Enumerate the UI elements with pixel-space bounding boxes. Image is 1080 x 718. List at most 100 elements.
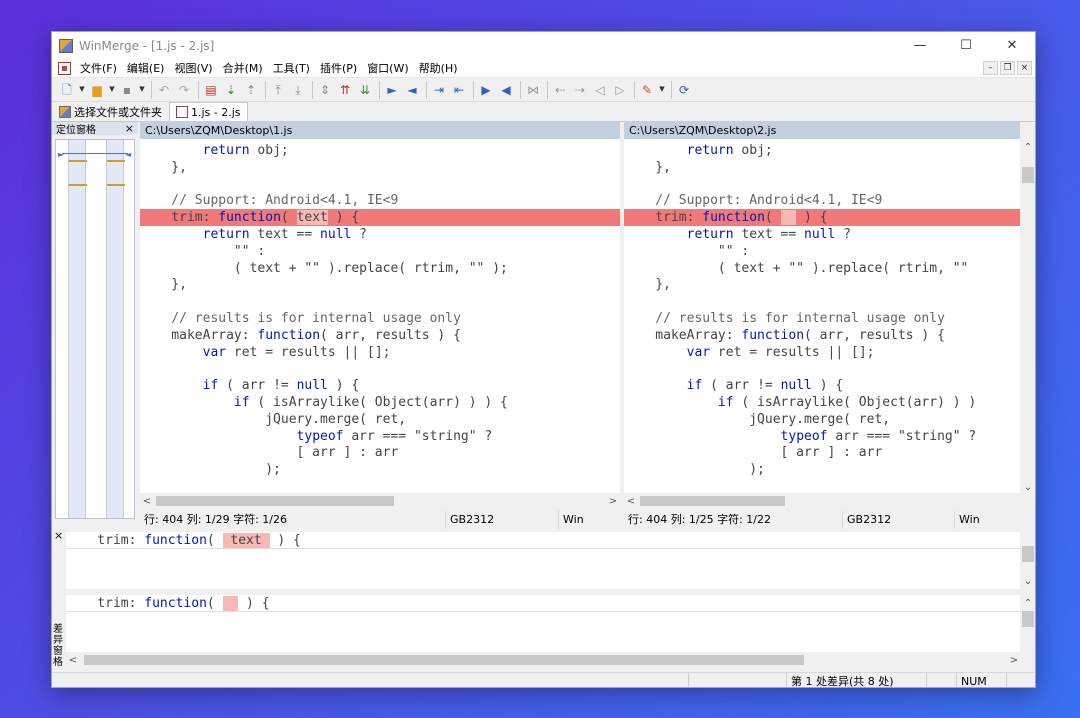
move-left-icon[interactable]: ⇠ <box>551 81 569 99</box>
copy-all-left-icon[interactable]: ◀ <box>497 81 515 99</box>
code-line[interactable] <box>624 176 1020 193</box>
mdi-minimize-button[interactable]: – <box>983 61 998 75</box>
code-line[interactable]: if ( arr != null ) { <box>140 377 620 394</box>
code-line[interactable]: trim: function( text ) { <box>140 209 620 227</box>
diff-detail-right-pane[interactable]: trim: function( ) { <box>66 595 1021 652</box>
code-line[interactable]: typeof arr === "string" ? <box>624 428 1020 445</box>
code-line[interactable]: [ arr ] : arr <box>624 444 1020 461</box>
redo-icon[interactable]: ↷ <box>175 81 193 99</box>
code-line[interactable]: makeArray: function( arr, results ) { <box>140 327 620 344</box>
menu-file[interactable]: 文件(F) <box>75 60 122 76</box>
move-left-step-icon[interactable]: ◁ <box>591 81 609 99</box>
new-dropdown-icon[interactable]: ▼ <box>78 81 86 99</box>
location-map[interactable]: ► ◄ <box>55 139 135 519</box>
diff-vertical-scroll-thumb[interactable] <box>1022 167 1034 183</box>
code-line[interactable]: "" : <box>624 243 1020 260</box>
code-line[interactable]: if ( arr != null ) { <box>624 377 1020 394</box>
left-diff-pane[interactable]: return obj; }, // Support: Android<4.1, … <box>140 139 620 495</box>
last-diff-icon[interactable]: ⤓ <box>289 81 307 99</box>
code-line[interactable]: ( text + "" ).replace( rtrim, "" ); <box>140 260 620 277</box>
menu-help[interactable]: 帮助(H) <box>414 60 463 76</box>
scroll-right-icon[interactable]: > <box>606 493 620 509</box>
code-line[interactable]: if ( isArraylike( Object(arr) ) ) <box>624 394 1020 411</box>
right-horizontal-scroll-thumb[interactable] <box>640 496 785 506</box>
diff-detail-right-scrollbar[interactable]: ⌃ <box>1020 595 1035 652</box>
code-line[interactable]: jQuery.merge( ret, <box>624 411 1020 428</box>
document-icon[interactable] <box>58 61 71 75</box>
diff-up-icon[interactable]: ⇈ <box>336 81 354 99</box>
code-line[interactable]: var ret = results || []; <box>624 344 1020 361</box>
code-line[interactable]: return obj; <box>624 142 1020 159</box>
menu-merge[interactable]: 合并(M) <box>218 60 268 76</box>
save-dropdown-icon[interactable]: ▼ <box>138 81 146 99</box>
code-line[interactable]: ); <box>624 461 1020 478</box>
diff-detail-right-scroll-thumb[interactable] <box>1022 611 1034 627</box>
code-line[interactable]: ( text + "" ).replace( rtrim, "" <box>624 260 1020 277</box>
diff-detail-left-scrollbar[interactable]: ⌄ <box>1020 532 1035 589</box>
code-line[interactable]: return text == null ? <box>140 226 620 243</box>
minimize-button[interactable]: — <box>897 32 943 59</box>
copy-left-advance-icon[interactable]: ⇤ <box>450 81 468 99</box>
menu-plugins[interactable]: 插件(P) <box>315 60 362 76</box>
menu-window[interactable]: 窗口(W) <box>362 60 413 76</box>
right-diff-pane[interactable]: return obj; }, // Support: Android<4.1, … <box>624 139 1020 495</box>
refresh-icon[interactable]: ⟳ <box>675 81 693 99</box>
code-line[interactable]: // results is for internal usage only <box>140 310 620 327</box>
copy-all-right-icon[interactable]: ▶ <box>477 81 495 99</box>
menu-tools[interactable]: 工具(T) <box>268 60 315 76</box>
save-icon[interactable]: ▪ <box>118 81 136 99</box>
code-line[interactable]: return text == null ? <box>624 226 1020 243</box>
left-horizontal-scroll-thumb[interactable] <box>156 496 394 506</box>
code-line[interactable]: // Support: Android<4.1, IE<9 <box>624 192 1020 209</box>
maximize-button[interactable]: ☐ <box>943 32 989 59</box>
code-line[interactable]: jQuery.merge( ret, <box>140 411 620 428</box>
code-line[interactable]: }, <box>624 159 1020 176</box>
code-line[interactable]: // results is for internal usage only <box>624 310 1020 327</box>
scroll-down-icon[interactable]: ⌄ <box>1020 479 1035 495</box>
diff-detail-close-button[interactable]: × <box>54 529 63 542</box>
code-line[interactable]: "" : <box>140 243 620 260</box>
scroll-up-icon[interactable]: ⌃ <box>1020 595 1035 611</box>
copy-right-advance-icon[interactable]: ⇥ <box>430 81 448 99</box>
diff-detail-left-scroll-thumb[interactable] <box>1022 546 1034 562</box>
menu-edit[interactable]: 编辑(E) <box>122 60 170 76</box>
scroll-up-icon[interactable]: ⌃ <box>1020 139 1035 155</box>
diff-vertical-scrollbar[interactable]: ⌃ ⌄ <box>1020 139 1035 495</box>
scroll-down-icon[interactable]: ⌄ <box>1020 573 1035 589</box>
mdi-close-button[interactable]: × <box>1017 61 1032 75</box>
current-diff-icon[interactable]: ⇕ <box>316 81 334 99</box>
options-icon[interactable]: ✎ <box>638 81 656 99</box>
copy-right-icon[interactable]: ► <box>383 81 401 99</box>
code-line[interactable]: trim: function( ) { <box>624 209 1020 227</box>
code-line[interactable]: }, <box>140 159 620 176</box>
new-file-icon[interactable]: 🗋 <box>58 81 76 99</box>
diff-detail-horizontal-scrollbar[interactable]: < > <box>66 652 1021 668</box>
menu-view[interactable]: 视图(V) <box>169 60 217 76</box>
close-button[interactable]: ✕ <box>989 32 1035 59</box>
options-dropdown-icon[interactable]: ▼ <box>658 81 666 99</box>
move-right-step-icon[interactable]: ▷ <box>611 81 629 99</box>
code-line[interactable]: ); <box>140 461 620 478</box>
open-folder-icon[interactable]: ▆ <box>88 81 106 99</box>
code-line[interactable]: }, <box>140 276 620 293</box>
diff-down-icon[interactable]: ⇊ <box>356 81 374 99</box>
prev-diff-icon[interactable]: ⇡ <box>242 81 260 99</box>
code-line[interactable]: [ arr ] : arr <box>140 444 620 461</box>
location-pane-close-button[interactable]: × <box>125 122 134 135</box>
tab-file-compare[interactable]: 1.js - 2.js <box>169 102 248 121</box>
code-line[interactable] <box>624 360 1020 377</box>
next-diff-icon[interactable]: ⇣ <box>222 81 240 99</box>
tab-open-files[interactable]: 选择文件或文件夹 <box>52 102 169 121</box>
code-line[interactable]: // Support: Android<4.1, IE<9 <box>140 192 620 209</box>
scroll-left-icon[interactable]: < <box>140 493 154 509</box>
code-line[interactable]: makeArray: function( arr, results ) { <box>624 327 1020 344</box>
scroll-right-icon[interactable]: > <box>1007 652 1021 668</box>
first-diff-icon[interactable]: ⤒ <box>269 81 287 99</box>
copy-left-icon[interactable]: ◄ <box>403 81 421 99</box>
left-horizontal-scrollbar[interactable]: < > <box>140 493 620 509</box>
code-line[interactable]: var ret = results || []; <box>140 344 620 361</box>
right-horizontal-scrollbar[interactable]: < <box>624 493 1020 509</box>
diff-detail-horizontal-scroll-thumb[interactable] <box>84 655 804 665</box>
scroll-left-icon[interactable]: < <box>624 493 638 509</box>
undo-icon[interactable]: ↶ <box>155 81 173 99</box>
